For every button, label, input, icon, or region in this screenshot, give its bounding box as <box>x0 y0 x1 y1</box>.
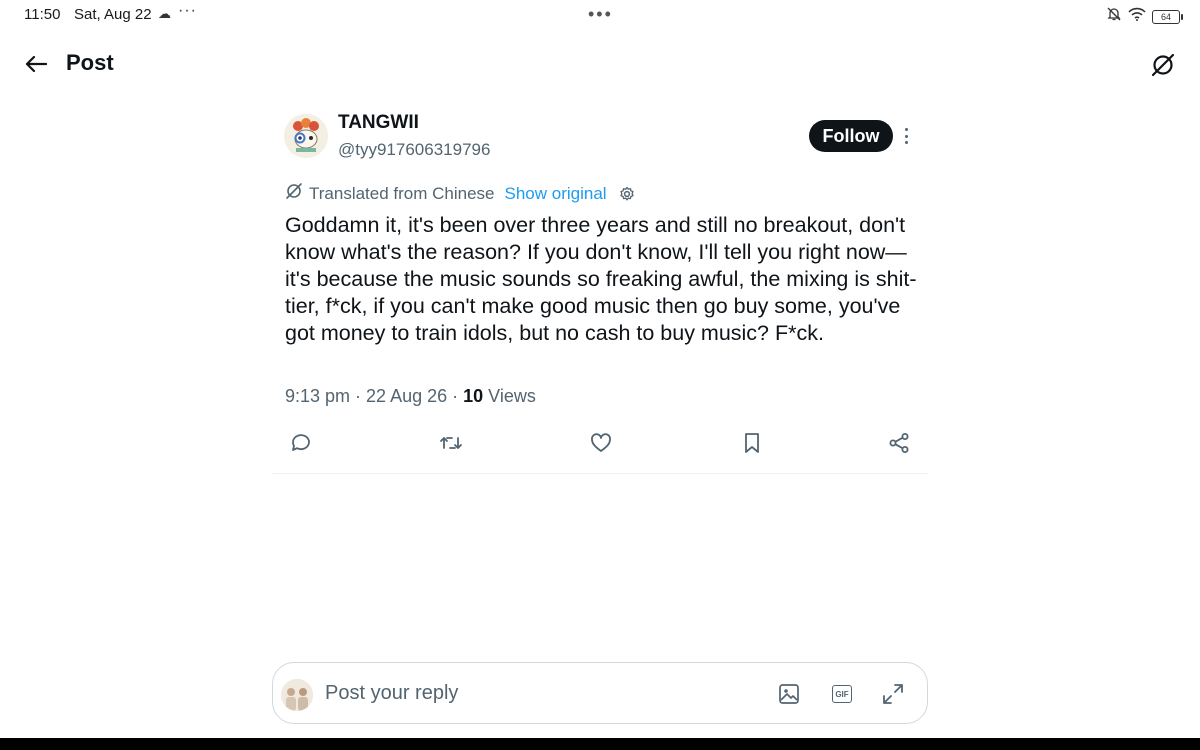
share-icon[interactable] <box>886 430 912 456</box>
show-original-link[interactable]: Show original <box>505 184 607 204</box>
post-meta: 9:13 pm · 22 Aug 26 · 10 Views <box>285 386 536 407</box>
views-label: Views <box>488 386 536 406</box>
expand-icon[interactable] <box>880 681 906 707</box>
gif-icon[interactable]: GIF <box>829 681 855 707</box>
translate-icon <box>1151 53 1175 77</box>
translate-icon <box>285 182 303 205</box>
post-time[interactable]: 9:13 pm <box>285 386 350 407</box>
translation-notice: Translated from Chinese Show original <box>285 182 635 205</box>
repost-icon[interactable] <box>438 430 464 456</box>
cloud-icon: ☁ <box>158 6 171 21</box>
gif-label: GIF <box>832 685 852 703</box>
silent-bell-icon <box>1106 6 1122 27</box>
status-date: Sat, Aug 22 <box>74 6 152 23</box>
reply-composer[interactable]: Post your reply GIF <box>272 662 928 724</box>
wifi-icon <box>1128 7 1146 26</box>
system-navigation-bar <box>0 738 1200 750</box>
more-options-icon[interactable] <box>900 126 912 146</box>
meta-separator: · <box>355 386 362 406</box>
status-time: 11:50 <box>24 6 61 23</box>
gear-icon[interactable] <box>619 186 635 202</box>
back-button[interactable] <box>22 50 50 78</box>
back-arrow-icon <box>25 55 47 73</box>
battery-icon: 64 <box>1152 9 1183 24</box>
like-icon[interactable] <box>588 430 614 456</box>
author-avatar[interactable] <box>284 114 328 158</box>
status-bar: 11:50 Sat, Aug 22 ☁ ··· ••• 64 <box>0 0 1200 32</box>
user-avatar <box>281 679 313 711</box>
translate-toggle-button[interactable] <box>1148 50 1178 80</box>
post-article: TANGWII @tyy917606319796 Follow Translat… <box>272 98 928 474</box>
views-count: 10 <box>463 386 484 406</box>
author-name[interactable]: TANGWII <box>338 112 419 134</box>
post-text: Goddamn it, it's been over three years a… <box>285 213 917 345</box>
top-bar: Post <box>0 32 1200 98</box>
meta-separator: · <box>452 386 459 406</box>
bookmark-icon[interactable] <box>739 430 765 456</box>
page-title: Post <box>66 50 114 75</box>
status-indicators: 64 <box>1106 6 1183 27</box>
translated-label: Translated from Chinese <box>309 183 495 203</box>
author-handle[interactable]: @tyy917606319796 <box>338 140 490 160</box>
post-date[interactable]: 22 Aug 26 <box>366 386 447 407</box>
more-notifications-icon: ··· <box>178 2 197 19</box>
reply-icon[interactable] <box>288 430 314 456</box>
reply-input[interactable]: Post your reply <box>325 682 458 705</box>
window-handle-icon[interactable]: ••• <box>588 4 613 25</box>
post-actions <box>288 430 912 458</box>
follow-button[interactable]: Follow <box>809 120 893 152</box>
image-icon[interactable] <box>776 681 802 707</box>
